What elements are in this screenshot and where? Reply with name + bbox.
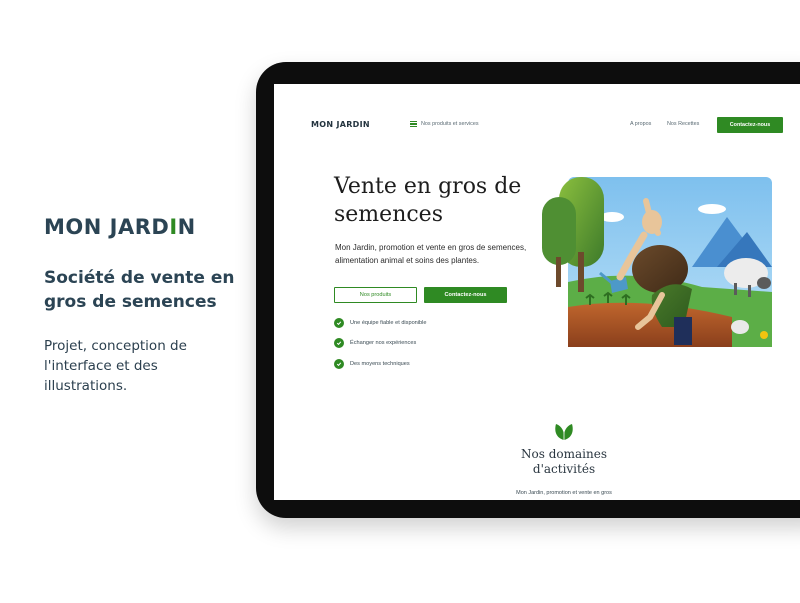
feature-list: Une équipe fiable et disponible Échanger… bbox=[334, 317, 427, 379]
hamburger-icon bbox=[410, 121, 417, 127]
check-icon bbox=[334, 338, 344, 348]
leaf-icon bbox=[555, 424, 573, 440]
hero-description: Mon Jardin, promotion et vente en gros d… bbox=[335, 243, 527, 265]
products-menu-link[interactable]: Nos produits et services bbox=[410, 121, 479, 127]
presentation-subtitle: Société de vente en gros de semences bbox=[44, 268, 235, 312]
feature-label: Des moyens techniques bbox=[350, 360, 410, 367]
logo-part: MON JARD bbox=[44, 215, 170, 239]
section-description: Mon Jardin, promotion et vente en gros bbox=[516, 490, 612, 496]
nav-link-apropos[interactable]: A propos bbox=[630, 121, 651, 127]
nav-link-recettes[interactable]: Nos Recettes bbox=[667, 121, 699, 127]
presentation-logo: MON JARDIN bbox=[44, 215, 196, 239]
feature-item: Échanger nos expériences bbox=[334, 338, 427, 349]
logo-accent-letter: I bbox=[169, 215, 178, 239]
feature-label: Une équipe fiable et disponible bbox=[350, 319, 427, 326]
hero-contact-button[interactable]: Contactez-nous bbox=[424, 287, 507, 303]
hero-title: Vente en gros de semences bbox=[334, 174, 522, 227]
products-button[interactable]: Nos produits bbox=[334, 287, 417, 303]
check-icon bbox=[334, 358, 344, 369]
feature-item: Des moyens techniques bbox=[334, 358, 427, 369]
gardener-illustration bbox=[542, 177, 772, 347]
presentation-description: Projet, conception de l'interface et des… bbox=[44, 338, 187, 394]
feature-item: Une équipe fiable et disponible bbox=[334, 317, 427, 328]
tablet-screen: MON JARDIN Nos produits et services A pr… bbox=[274, 84, 800, 500]
products-menu-label: Nos produits et services bbox=[421, 121, 479, 127]
header-contact-button[interactable]: Contactez-nous bbox=[717, 117, 783, 133]
check-icon bbox=[334, 317, 344, 328]
site-logo[interactable]: MON JARDIN bbox=[311, 120, 370, 129]
section-title: Nos domaines d'activités bbox=[521, 447, 607, 476]
logo-part-end: N bbox=[177, 215, 196, 239]
feature-label: Échanger nos expériences bbox=[350, 340, 417, 346]
